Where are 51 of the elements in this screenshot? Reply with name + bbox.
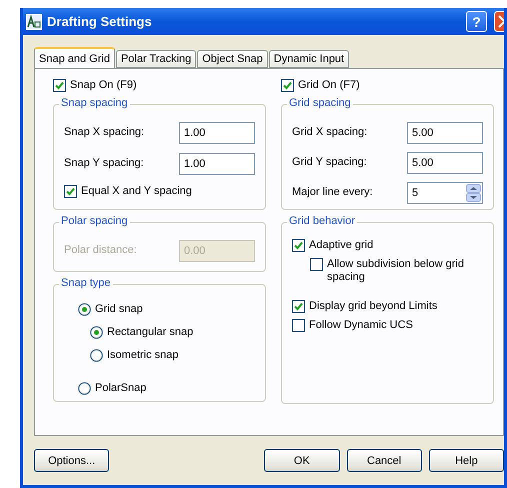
checkbox-label: Allow subdivision below grid spacing xyxy=(327,258,465,284)
checkbox-label: Grid On (F7) xyxy=(298,79,360,92)
checkbox-label: Equal X and Y spacing xyxy=(81,185,192,198)
checkbox-label: Snap On (F9) xyxy=(70,79,137,92)
checkbox[interactable] xyxy=(292,319,305,332)
group-title: Snap type xyxy=(59,277,113,289)
field-label: Grid Y spacing: xyxy=(292,156,367,169)
window-title: Drafting Settings xyxy=(47,14,153,29)
radio-button[interactable] xyxy=(90,349,103,362)
dialog-button[interactable]: Options... xyxy=(34,449,110,472)
radio-label: Rectangular snap xyxy=(107,326,194,339)
field-label: Major line every: xyxy=(292,186,373,199)
tab[interactable]: Dynamic Input xyxy=(268,50,350,68)
group-title: Grid spacing xyxy=(287,97,353,109)
group-title: Snap spacing xyxy=(59,97,130,109)
spinner-field[interactable]: 5 xyxy=(407,182,483,204)
checkbox[interactable] xyxy=(281,79,294,92)
field-label: Snap Y spacing: xyxy=(64,157,144,170)
dialog-button[interactable]: Help xyxy=(428,449,504,472)
group-title: Grid behavior xyxy=(287,215,358,227)
spinner-arrows-icon[interactable] xyxy=(466,184,481,202)
input-field[interactable]: 5.00 xyxy=(407,122,483,144)
input-field[interactable]: 1.00 xyxy=(179,152,255,174)
field-label: Polar distance: xyxy=(64,244,137,257)
checkbox[interactable] xyxy=(292,300,305,313)
radio-label: Isometric snap xyxy=(107,349,179,362)
app-icon xyxy=(26,14,42,30)
checkbox-label: Display grid beyond Limits xyxy=(309,300,438,313)
radio-label: Grid snap xyxy=(95,303,143,316)
checkbox[interactable] xyxy=(292,239,305,252)
dialog-button[interactable]: OK xyxy=(264,449,340,472)
close-icon[interactable] xyxy=(494,11,504,32)
radio-button[interactable] xyxy=(78,303,91,316)
help-button[interactable]: ? xyxy=(466,11,487,32)
checkbox[interactable] xyxy=(53,79,66,92)
tab[interactable]: Snap and Grid xyxy=(34,47,115,68)
checkbox[interactable] xyxy=(64,185,77,198)
dialog-button[interactable]: Cancel xyxy=(346,449,422,472)
radio-label: PolarSnap xyxy=(95,382,146,395)
input-field[interactable]: 1.00 xyxy=(179,122,255,144)
checkbox-label: Follow Dynamic UCS xyxy=(309,319,413,332)
field-label: Snap X spacing: xyxy=(64,126,144,139)
group-title: Polar spacing xyxy=(59,215,130,227)
radio-button[interactable] xyxy=(78,382,91,395)
radio-button[interactable] xyxy=(90,326,103,339)
input-field[interactable]: 5.00 xyxy=(407,152,483,174)
tab[interactable]: Polar Tracking xyxy=(116,50,196,68)
tab[interactable]: Object Snap xyxy=(197,50,268,68)
checkbox[interactable] xyxy=(310,258,323,271)
checkbox-label: Adaptive grid xyxy=(309,239,374,252)
field-label: Grid X spacing: xyxy=(292,126,368,139)
